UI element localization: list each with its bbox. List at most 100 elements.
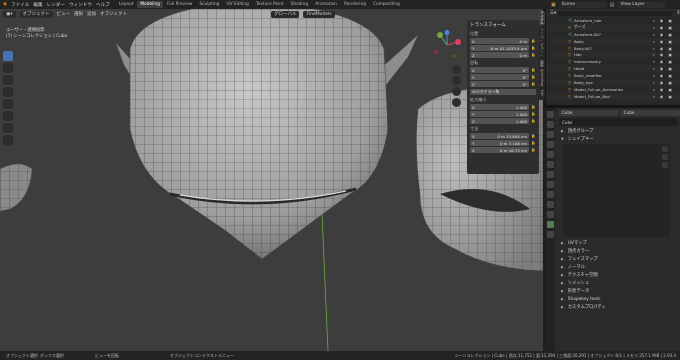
orientation-dropdown[interactable]: グローバル bbox=[271, 10, 300, 18]
workspace-tab[interactable]: Sculpting bbox=[196, 1, 222, 8]
output-tab-icon[interactable] bbox=[546, 131, 554, 138]
visibility-icon[interactable]: ▿ ◉ ▣ bbox=[653, 46, 674, 51]
lock-icon[interactable]: 🔓 bbox=[531, 141, 536, 145]
sidebar-tab[interactable]: 編集 bbox=[539, 56, 545, 70]
mesh-name-input[interactable]: Cube bbox=[559, 118, 678, 126]
shape-keys-section[interactable]: ▼ シェイプキー bbox=[557, 135, 680, 143]
workspace-tab[interactable]: Modeling bbox=[137, 1, 163, 8]
lock-icon[interactable]: 🔓 bbox=[531, 112, 536, 116]
lock-icon[interactable]: 🔓 bbox=[531, 39, 536, 43]
workspace-tab[interactable]: UV Editing bbox=[223, 1, 251, 8]
outliner-row[interactable]: ▽ Body.007 ▿ ◉ ▣ bbox=[546, 45, 680, 52]
outliner-row[interactable]: ▽ Body ▿ ◉ ▣ bbox=[546, 37, 680, 45]
rotation-mode-dropdown[interactable]: XYZオイラー角 bbox=[470, 89, 536, 95]
outliner-row[interactable]: ▽ hairaccessory ▿ ◉ ▣ bbox=[546, 58, 680, 65]
rotation-field[interactable]: Y 0° bbox=[470, 74, 529, 80]
outliner-type-icon[interactable]: ☰▾ bbox=[550, 11, 556, 16]
add-menu[interactable]: 追加 bbox=[87, 11, 96, 17]
visibility-icon[interactable]: ▿ ◉ ▣ bbox=[653, 32, 674, 37]
properties-section[interactable]: ▶ 形状データ bbox=[557, 287, 680, 295]
rotate-tool-icon[interactable] bbox=[3, 87, 13, 97]
workspace-tab[interactable]: Shading bbox=[288, 1, 311, 8]
rotation-field[interactable]: Z 0° bbox=[470, 81, 529, 87]
add-shape-key-icon[interactable] bbox=[662, 146, 668, 152]
visibility-icon[interactable]: ▿ ◉ ▣ bbox=[653, 87, 674, 92]
workspace-tab[interactable]: Compositing bbox=[370, 1, 403, 8]
dimensions-field[interactable]: Y 0 m 7.168 cm bbox=[470, 140, 529, 146]
navigation-gizmo-icon[interactable] bbox=[432, 30, 462, 60]
menu-item[interactable]: ウィンドウ bbox=[69, 2, 92, 8]
location-field[interactable]: Z 0 m bbox=[470, 52, 529, 58]
outliner-search[interactable] bbox=[558, 10, 673, 16]
cursor-tool-icon[interactable] bbox=[3, 63, 13, 73]
sidebar-tab[interactable]: ツール bbox=[539, 26, 545, 40]
menu-item[interactable]: ファイル bbox=[11, 2, 29, 8]
visibility-icon[interactable]: ▿ ◉ ▣ bbox=[653, 18, 674, 23]
visibility-icon[interactable]: ▿ ◉ ▣ bbox=[653, 66, 674, 71]
visibility-icon[interactable]: ▿ ◉ ▣ bbox=[653, 73, 674, 78]
visibility-icon[interactable]: ▿ ◉ ▣ bbox=[653, 25, 674, 30]
lock-icon[interactable]: 🔓 bbox=[531, 82, 536, 86]
sidebar-tab[interactable]: Animation bbox=[539, 69, 545, 87]
properties-section[interactable]: ▶ リメッシュ bbox=[557, 279, 680, 287]
physics-tab-icon[interactable] bbox=[546, 201, 554, 208]
visibility-icon[interactable]: ▿ ◉ ▣ bbox=[653, 39, 674, 44]
constraints-tab-icon[interactable] bbox=[546, 211, 554, 218]
ortho-toggle-icon[interactable] bbox=[452, 98, 461, 107]
sidebar-tab[interactable]: ビュー bbox=[539, 41, 545, 55]
modifier-tab-icon[interactable] bbox=[546, 181, 554, 188]
scale-field[interactable]: Z 1.000 bbox=[470, 118, 529, 124]
dimensions-field[interactable]: Z 0 m 16.75 cm bbox=[470, 147, 529, 153]
editor-type-button[interactable]: ▣▾ bbox=[3, 10, 16, 18]
properties-section[interactable]: ▶ ノーマル bbox=[557, 263, 680, 271]
workspace-tab[interactable]: Rendering bbox=[341, 1, 369, 8]
outliner-row[interactable]: ▽ Hair ▿ ◉ ▣ bbox=[546, 51, 680, 59]
data-name-field[interactable]: Cube bbox=[621, 109, 680, 116]
object-tab-icon[interactable] bbox=[546, 171, 554, 178]
annotate-tool-icon[interactable] bbox=[3, 123, 13, 133]
lock-icon[interactable]: 🔓 bbox=[531, 53, 536, 57]
location-field[interactable]: X 0 m bbox=[470, 38, 529, 44]
tool-tab-icon[interactable] bbox=[546, 111, 554, 118]
menu-item[interactable]: 編集 bbox=[33, 2, 42, 8]
location-field[interactable]: Y -6 m 41.1433,9 μm bbox=[470, 45, 529, 51]
object-name-field[interactable]: Cube bbox=[559, 109, 618, 116]
blender-logo-icon[interactable]: ◉ bbox=[3, 2, 7, 7]
shape-key-menu-icon[interactable] bbox=[662, 162, 668, 168]
material-tab-icon[interactable] bbox=[546, 231, 554, 238]
properties-section[interactable]: ▶ Shapekey tools bbox=[557, 295, 680, 303]
view-layer-field[interactable]: View Layer bbox=[617, 1, 666, 8]
object-menu[interactable]: オブジェクト bbox=[100, 11, 127, 17]
outliner-row[interactable]: ⛏ Armature.007 ▿ ◉ ▣ bbox=[546, 31, 680, 38]
data-tab-icon[interactable] bbox=[546, 221, 554, 228]
lock-icon[interactable]: 🔓 bbox=[531, 75, 536, 79]
visibility-icon[interactable]: ▿ ◉ ▣ bbox=[653, 94, 674, 99]
select-menu[interactable]: 選択 bbox=[74, 11, 83, 17]
outliner-row[interactable]: ▽ Head ▿ ◉ ▣ bbox=[546, 65, 680, 73]
menu-item[interactable]: レンダー bbox=[47, 2, 65, 8]
workspace-tab[interactable]: Layout bbox=[116, 1, 137, 8]
view-layer-tab-icon[interactable] bbox=[546, 141, 554, 148]
world-tab-icon[interactable] bbox=[546, 161, 554, 168]
sidebar-tab[interactable]: Edit bbox=[539, 86, 545, 100]
lock-icon[interactable]: 🔓 bbox=[531, 119, 536, 123]
sidebar-tab[interactable]: アイテム bbox=[539, 11, 545, 25]
scale-field[interactable]: X 1.000 bbox=[470, 104, 529, 110]
outliner-row[interactable]: ▽ Body_eye ▿ ◉ ▣ bbox=[546, 79, 680, 86]
shape-key-list[interactable] bbox=[563, 144, 670, 237]
menu-item[interactable]: ヘルプ bbox=[96, 2, 110, 8]
measure-tool-icon[interactable] bbox=[3, 135, 13, 145]
properties-section[interactable]: ▶ フェイスマップ bbox=[557, 255, 680, 263]
lock-icon[interactable]: 🔓 bbox=[531, 134, 536, 138]
workspace-tab[interactable]: Texture Paint bbox=[253, 1, 287, 8]
properties-section[interactable]: ▶ テクスチャ空間 bbox=[557, 271, 680, 279]
outliner-row[interactable]: ⚲ ポーズ ▿ ◉ ▣ bbox=[546, 23, 680, 31]
pan-icon[interactable] bbox=[452, 76, 461, 85]
particles-tab-icon[interactable] bbox=[546, 191, 554, 198]
3d-viewport[interactable]: ▣▾ オブジェクト ビュー 選択 追加 オブジェクト グローバル FindMod… bbox=[0, 9, 543, 351]
scale-tool-icon[interactable] bbox=[3, 99, 13, 109]
transform-tool-icon[interactable] bbox=[3, 111, 13, 121]
lock-icon[interactable]: 🔓 bbox=[531, 46, 536, 50]
outliner-row[interactable]: ▽ Body_modifier ▿ ◉ ▣ bbox=[546, 72, 680, 79]
render-tab-icon[interactable] bbox=[546, 121, 554, 128]
